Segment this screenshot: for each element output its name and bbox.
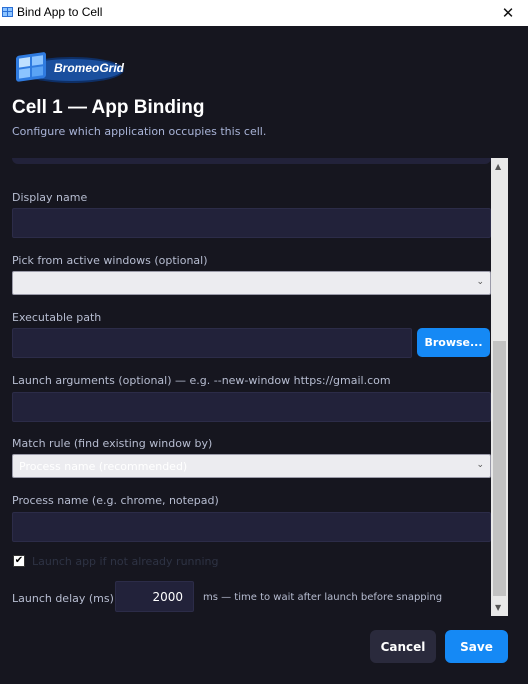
executable-path-label: Executable path: [12, 311, 102, 324]
match-rule-value: Process name (recommended): [19, 460, 188, 473]
clipped-field: [12, 158, 491, 164]
browse-button[interactable]: Browse...: [417, 328, 490, 357]
launch-if-not-running-label: Launch app if not already running: [32, 555, 219, 568]
display-name-label: Display name: [12, 191, 88, 204]
window-title: Bind App to Cell: [17, 5, 103, 19]
launch-if-not-running-checkbox[interactable]: ✔: [13, 555, 25, 567]
active-windows-label: Pick from active windows (optional): [12, 254, 208, 267]
close-icon[interactable]: ✕: [488, 0, 528, 26]
page-title: Cell 1 — App Binding: [12, 97, 205, 118]
chevron-down-icon: ⌄: [476, 277, 484, 287]
launch-delay-label: Launch delay (ms): [12, 592, 114, 605]
launch-args-input[interactable]: [12, 392, 491, 422]
process-name-label: Process name (e.g. chrome, notepad): [12, 494, 219, 507]
vertical-scrollbar[interactable]: ▲ ▼: [491, 158, 508, 616]
brand-logo: BromeoGrid: [12, 48, 124, 88]
launch-delay-unit: ms — time to wait after launch before sn…: [203, 592, 443, 603]
process-name-input[interactable]: [12, 512, 491, 542]
chevron-down-icon: ⌄: [476, 460, 484, 470]
title-bar: Bind App to Cell ✕: [0, 0, 528, 26]
dialog-body: BromeoGrid Cell 1 — App Binding Configur…: [0, 26, 528, 684]
form-scroll-area: Display name Pick from active windows (o…: [0, 158, 510, 616]
logo-text: BromeoGrid: [54, 61, 125, 75]
launch-args-hint: — e.g. --new-window https://gmail.com: [175, 374, 391, 387]
launch-args-label: Launch arguments (optional) — e.g. --new…: [12, 374, 391, 387]
save-button[interactable]: Save: [445, 630, 508, 663]
scrollbar-thumb[interactable]: [493, 341, 506, 596]
display-name-input[interactable]: [12, 208, 491, 238]
executable-path-input[interactable]: [12, 328, 412, 358]
page-subtitle: Configure which application occupies thi…: [12, 125, 267, 138]
cancel-button[interactable]: Cancel: [370, 630, 436, 663]
match-rule-select[interactable]: Process name (recommended) ⌄: [12, 454, 491, 478]
scroll-down-icon[interactable]: ▼: [495, 603, 501, 612]
app-grid-icon: [2, 7, 13, 17]
scroll-up-icon[interactable]: ▲: [495, 162, 501, 171]
launch-delay-input[interactable]: 2000: [115, 581, 194, 612]
active-windows-select[interactable]: ⌄: [12, 271, 491, 295]
launch-delay-value: 2000: [152, 590, 183, 604]
launch-args-label-text: Launch arguments (optional): [12, 374, 172, 387]
match-rule-label: Match rule (find existing window by): [12, 437, 213, 450]
checkmark-icon: ✔: [14, 555, 24, 566]
